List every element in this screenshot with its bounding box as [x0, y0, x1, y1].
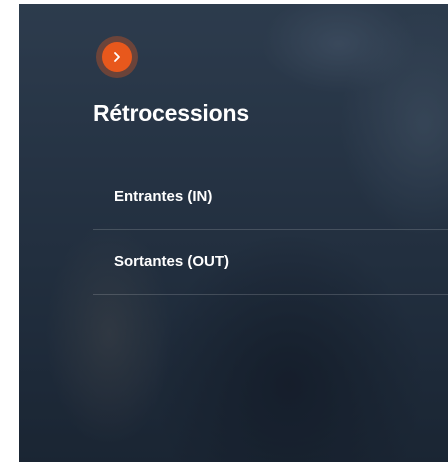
menu-item-label: Entrantes (IN) [114, 188, 213, 205]
menu-item-label: Sortantes (OUT) [114, 253, 230, 270]
retrocessions-menu: Entrantes (IN) Sortantes (OUT) [93, 165, 448, 295]
expand-button[interactable] [96, 36, 138, 78]
menu-item-entrantes[interactable]: Entrantes (IN) [93, 165, 448, 230]
chevron-right-icon [114, 52, 120, 62]
menu-item-sortantes[interactable]: Sortantes (OUT) [93, 230, 448, 295]
panel-content: Rétrocessions Entrantes (IN) Sortantes (… [19, 4, 448, 462]
retrocessions-panel: Rétrocessions Entrantes (IN) Sortantes (… [19, 4, 448, 462]
expand-button-circle [102, 42, 132, 72]
panel-title: Rétrocessions [93, 100, 249, 126]
